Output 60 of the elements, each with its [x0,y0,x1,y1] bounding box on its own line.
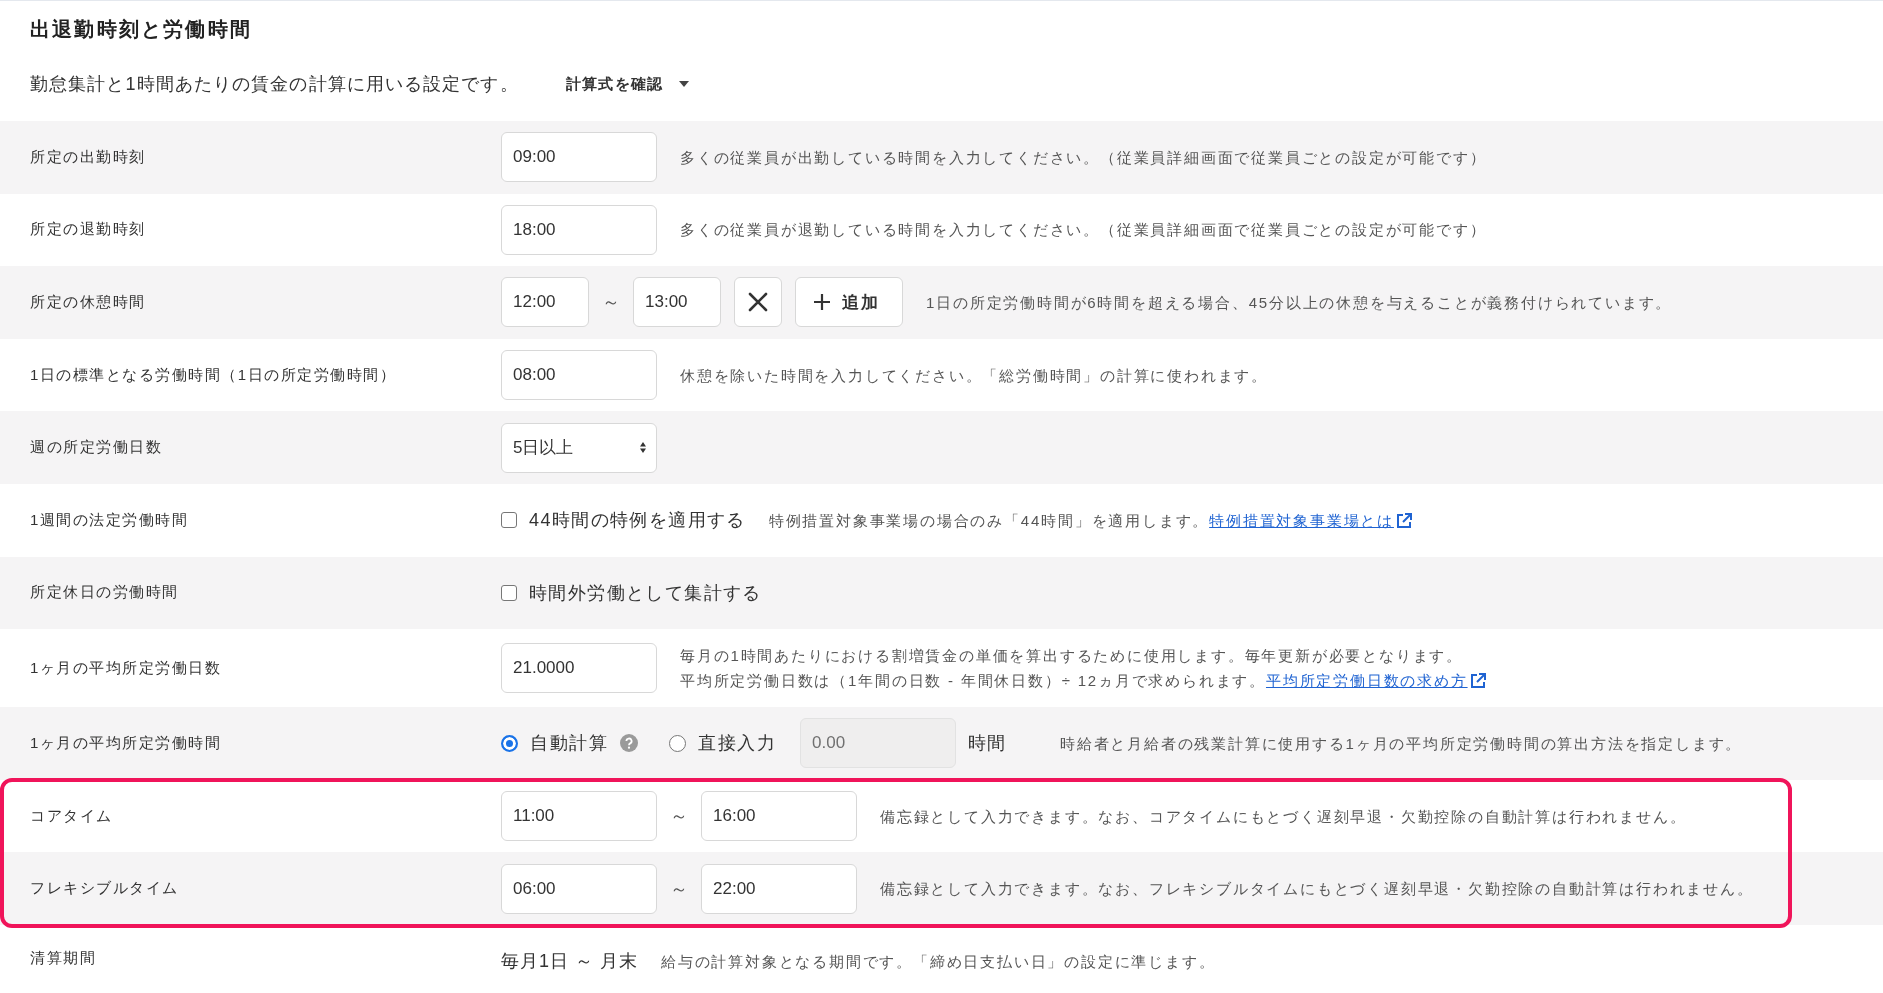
time-input[interactable]: 16:00 [701,791,857,842]
field-label: 所定休日の労働時間 [30,583,180,603]
checkbox-label[interactable]: 44時間の特例を適用する [529,508,746,533]
number-input[interactable]: 21.0000 [501,643,657,694]
time-input[interactable]: 12:00 [501,277,589,328]
range-separator: ～ [601,291,621,315]
help-link[interactable]: 特例措置対象事業場とは [1209,511,1412,529]
external-link-icon [1469,673,1486,690]
section-title: 出退勤時刻と労働時間 [30,17,252,42]
radio-label[interactable]: 直接入力 [698,731,776,756]
unit-label: 時間 [968,732,1006,756]
note-text: 特例措置対象事業場の場合のみ「44時間」を適用します。特例措置対象事業場とは [768,507,1412,533]
range-separator: ～ [669,805,689,829]
note-text: 備忘録として入力できます。なお、フレキシブルタイムにもとづく遅刻早退・欠勤控除の自動計算は行われません。 [880,879,1754,900]
time-input[interactable]: 11:00 [501,791,657,842]
section-description: 勤怠集計と1時間あたりの賃金の計算に用いる設定です。 [30,73,519,96]
time-input[interactable]: 06:00 [501,863,657,914]
field-label: 1日の標準となる労働時間（1日の所定労働時間） [30,365,398,385]
formula-toggle[interactable]: 計算式を確認 [565,74,690,94]
field-label: 1週間の法定労働時間 [30,510,190,530]
help-icon[interactable] [620,734,638,753]
note-text: 多くの従業員が退勤している時間を入力してください。（従業員詳細画面で従業員ごとの設定が可能です） [680,220,1487,241]
radio-button[interactable] [669,734,686,752]
field-label: 週の所定労働日数 [30,438,163,458]
field-label: フレキシブルタイム [30,879,180,899]
close-icon [748,292,768,313]
plus-icon [814,294,830,311]
remove-break-button[interactable] [734,277,782,328]
note-text: 多くの従業員が出勤している時間を入力してください。（従業員詳細画面で従業員ごとの設定が可能です） [680,147,1487,168]
add-break-button[interactable]: 追加 [795,277,903,328]
field-label: 所定の出勤時刻 [30,147,147,167]
radio-button[interactable] [501,734,518,752]
time-input[interactable]: 09:00 [501,132,657,183]
time-input[interactable]: 08:00 [501,350,657,401]
period-text: 毎月1日 ～ 月末 [501,950,638,974]
help-link[interactable]: 平均所定労働日数の求め方 [1265,672,1486,690]
time-input[interactable]: 22:00 [701,863,857,914]
note-text: 休憩を除いた時間を入力してください。「総労働時間」の計算に使われます。 [680,365,1268,386]
up-down-arrows-icon [640,442,646,454]
days-select[interactable]: 5日以上 [501,422,657,473]
external-link-icon [1395,512,1412,529]
field-label: 1ヶ月の平均所定労働日数 [30,658,223,678]
note-text: 備忘録として入力できます。なお、コアタイムにもとづく遅刻早退・欠勤控除の自動計算は行われません。 [880,806,1687,827]
time-input[interactable]: 13:00 [633,277,721,328]
field-label: コアタイム [30,806,114,826]
time-input[interactable]: 18:00 [501,204,657,255]
note-text: 給与の計算対象となる期間です。「締め日支払い日」の設定に準じます。 [661,951,1216,972]
note-text: 平均所定労働日数は（1年間の日数 - 年間休日数）÷ 12ヵ月で求められます。平均所定労働日数の求め方 [680,668,1486,694]
checkbox-label[interactable]: 時間外労働として集計する [529,580,762,605]
note-text: 時給者と月給者の残業計算に使用する1ヶ月の平均所定労働時間の算出方法を指定します。 [1060,733,1743,754]
field-label: 1ヶ月の平均所定労働時間 [30,733,223,753]
checkbox[interactable] [501,512,517,529]
note-text: 1日の所定労働時間が6時間を超える場合、45分以上の休憩を与えることが義務付けられています。 [926,293,1673,313]
checkbox[interactable] [501,584,517,601]
note-text: 毎月の1時間あたりにおける割増賃金の単価を算出するために使用します。毎年更新が必要となります。 [680,646,1464,667]
field-label: 清算期間 [30,948,97,968]
field-label: 所定の退勤時刻 [30,220,147,240]
radio-label[interactable]: 自動計算 [530,731,608,756]
range-separator: ～ [669,877,689,901]
field-label: 所定の休憩時間 [30,293,147,312]
